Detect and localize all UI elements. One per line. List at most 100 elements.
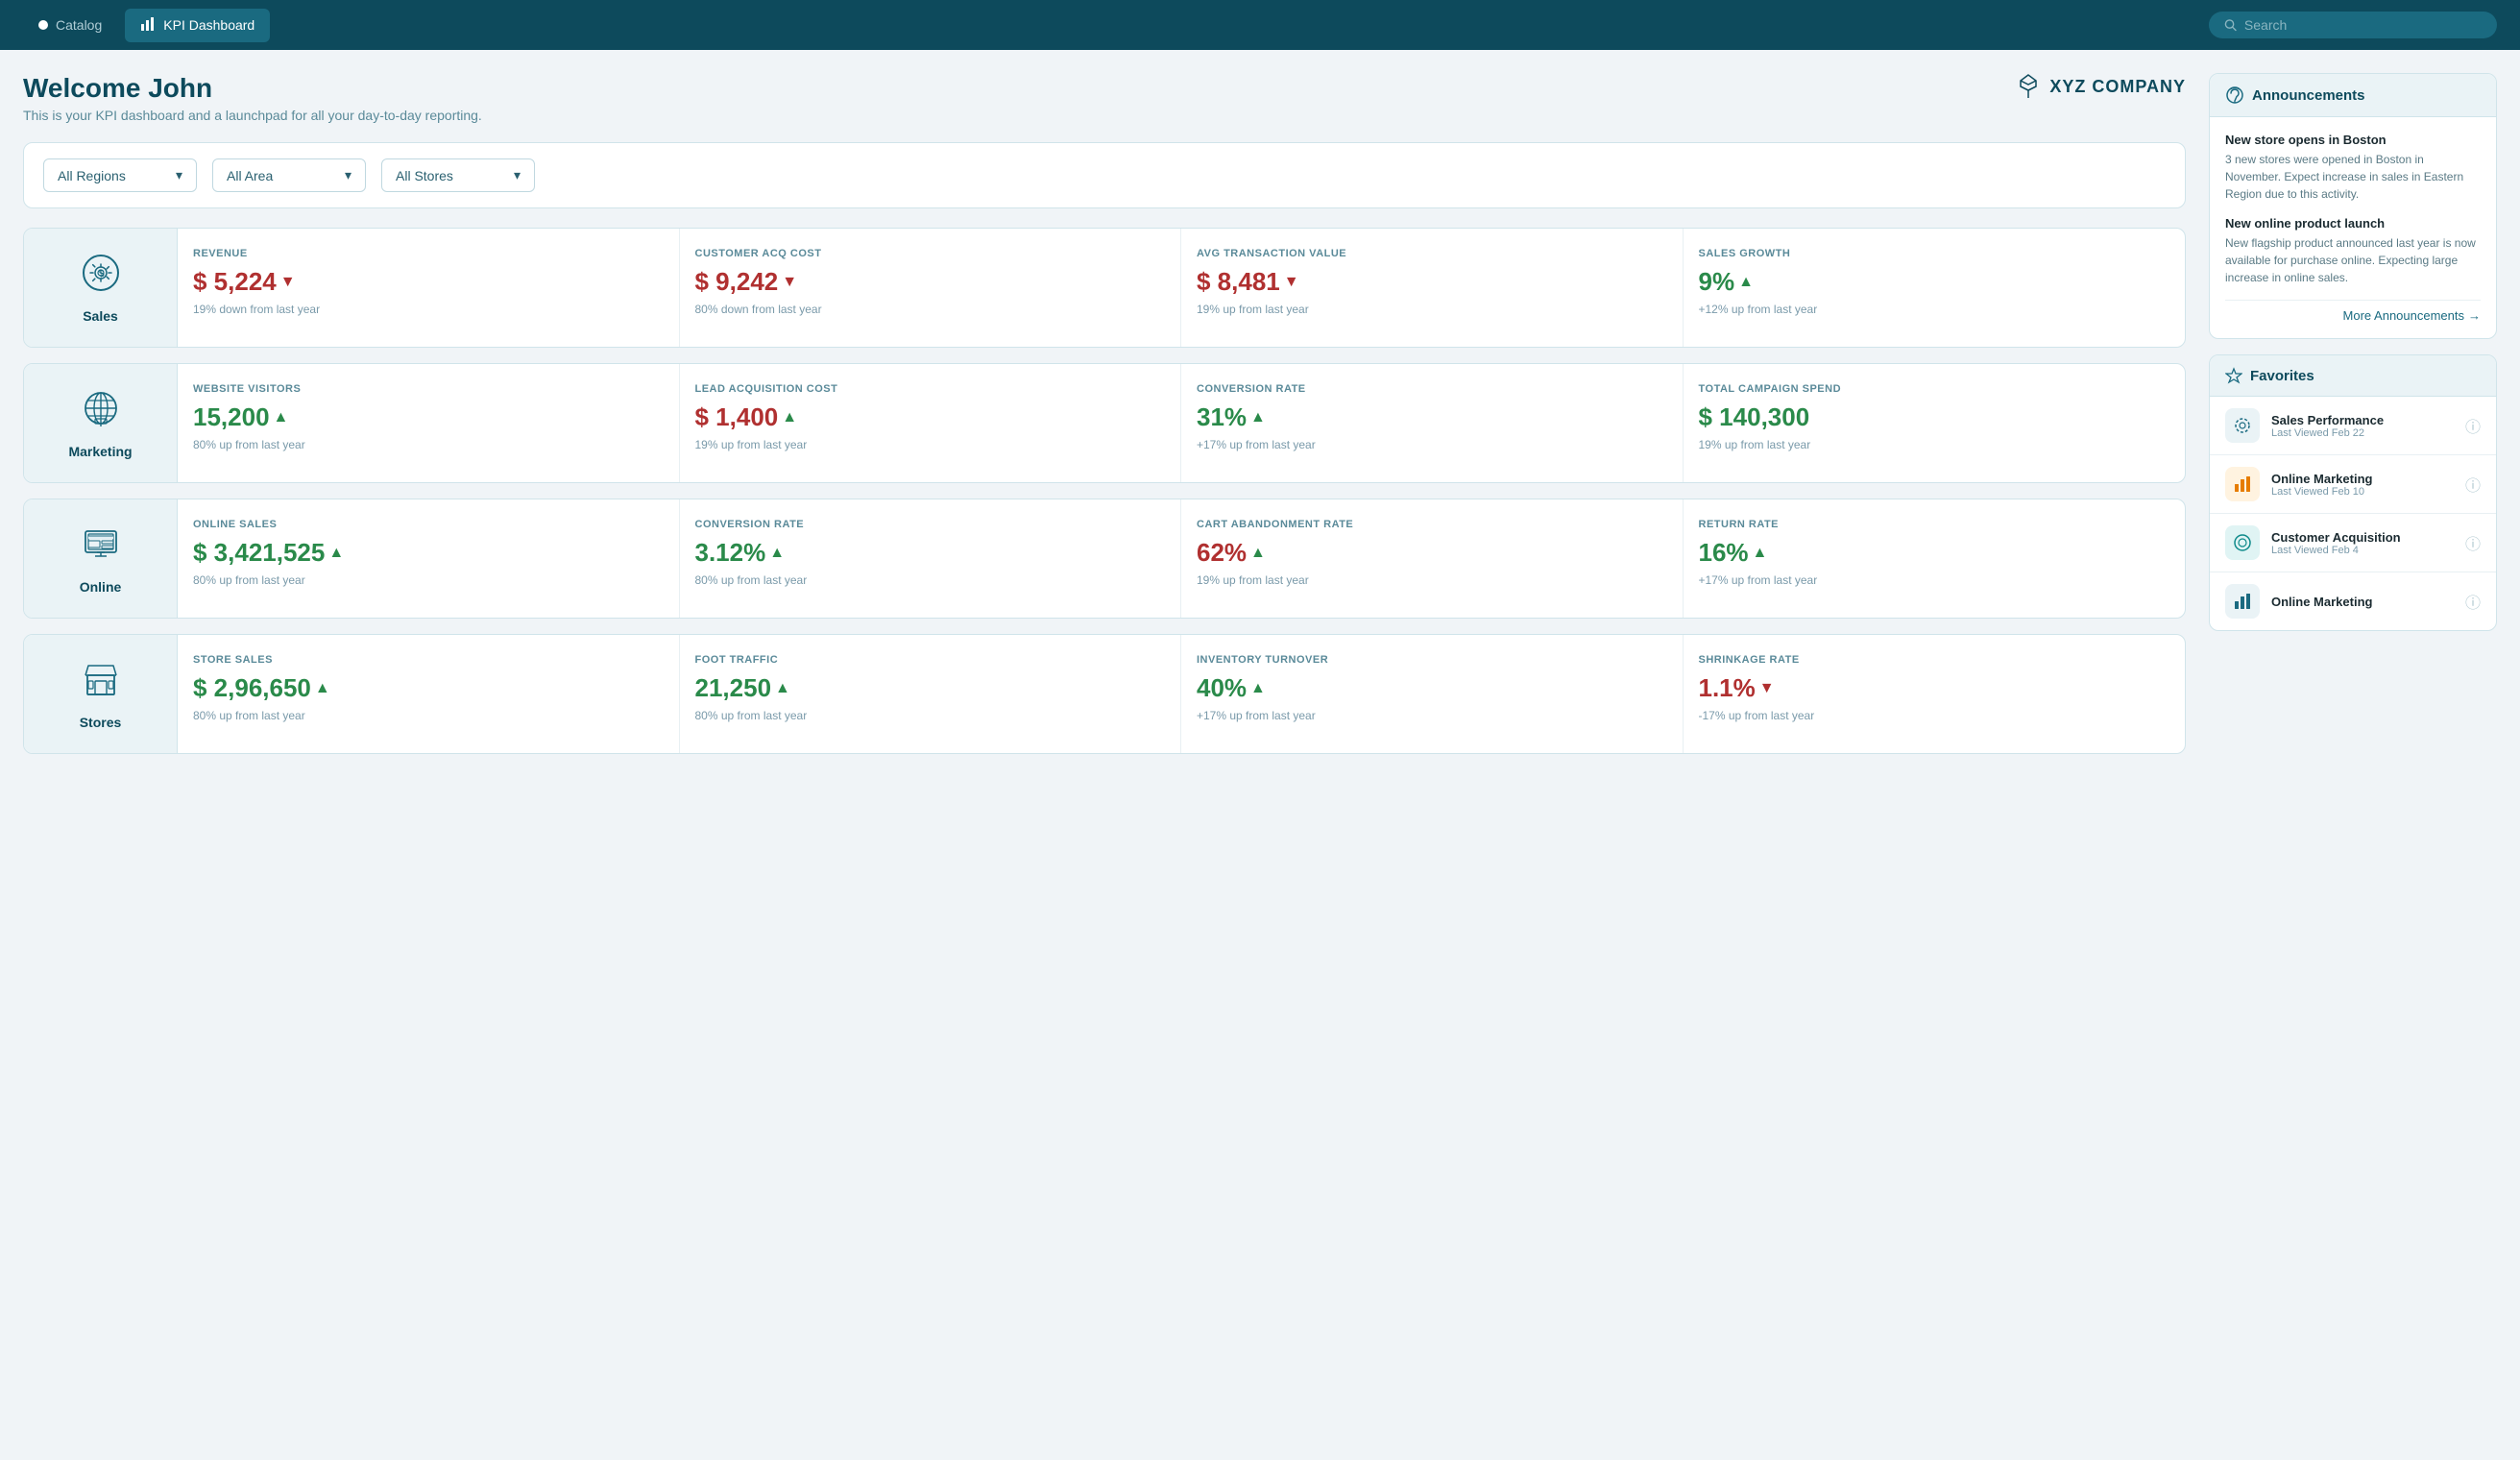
announcements-title: Announcements [2252, 87, 2365, 104]
fav-text-1: Online Marketing Last Viewed Feb 10 [2271, 472, 2454, 498]
kpi-label-text: CUSTOMER ACQ COST [695, 248, 1166, 259]
online-icon [80, 523, 122, 570]
fav-info-icon[interactable]: ⓘ [2465, 590, 2481, 613]
fav-icon-3 [2225, 584, 2260, 619]
kpi-label-text: AVG TRANSACTION VALUE [1197, 248, 1667, 259]
favorites-item-0[interactable]: Sales Performance Last Viewed Feb 22 ⓘ [2210, 397, 2496, 455]
star-icon [2225, 367, 2242, 384]
kpi-card-marketing-2: CONVERSION RATE 31%▲ +17% up from last y… [1181, 364, 1684, 482]
kpi-card-marketing-1: LEAD ACQUISITION COST $ 1,400▲ 19% up fr… [680, 364, 1182, 482]
kpi-card-sales-2: AVG TRANSACTION VALUE $ 8,481▼ 19% up fr… [1181, 229, 1684, 347]
kpi-value: 9%▲ [1699, 267, 2170, 297]
announcements-header: Announcements [2210, 74, 2496, 117]
catalog-label: Catalog [56, 17, 102, 33]
kpi-card-stores-0: STORE SALES $ 2,96,650▲ 80% up from last… [178, 635, 680, 753]
catalog-nav[interactable]: Catalog [23, 10, 117, 40]
kpi-card-online-0: ONLINE SALES $ 3,421,525▲ 80% up from la… [178, 499, 680, 618]
kpi-icon [140, 16, 156, 35]
kpi-container: $ Sales REVENUE $ 5,224▼ 19% down from l… [23, 228, 2186, 754]
arrow-up-icon: ▲ [274, 409, 289, 426]
arrow-up-icon: ▲ [1250, 680, 1266, 697]
kpi-value: 40%▲ [1197, 673, 1667, 703]
section-label-stores: Stores [24, 635, 178, 753]
kpi-value: 15,200▲ [193, 402, 664, 432]
region-filter[interactable]: All Regions ▾ [43, 158, 197, 192]
stores-icon [80, 658, 122, 705]
fav-text-3: Online Marketing [2271, 595, 2454, 609]
kpi-value: 3.12%▲ [695, 538, 1166, 568]
fav-name: Online Marketing [2271, 595, 2454, 609]
favorites-item-2[interactable]: Customer Acquisition Last Viewed Feb 4 ⓘ [2210, 514, 2496, 572]
fav-info-icon[interactable]: ⓘ [2465, 473, 2481, 496]
fav-name: Online Marketing [2271, 472, 2454, 486]
kpi-dashboard-nav[interactable]: KPI Dashboard [125, 9, 270, 42]
search-bar[interactable] [2209, 12, 2497, 38]
kpi-value: $ 3,421,525▲ [193, 538, 664, 568]
kpi-sub-text: +12% up from last year [1699, 303, 2170, 316]
kpi-sub-text: 19% up from last year [695, 438, 1166, 451]
announcement-text: New flagship product announced last year… [2225, 234, 2481, 286]
section-label-sales: $ Sales [24, 229, 178, 347]
announcement-text: 3 new stores were opened in Boston in No… [2225, 151, 2481, 203]
kpi-sub-text: 80% up from last year [193, 438, 664, 451]
kpi-value: $ 5,224▼ [193, 267, 664, 297]
catalog-dot [38, 20, 48, 30]
marketing-icon [80, 387, 122, 434]
section-marketing: Marketing WEBSITE VISITORS 15,200▲ 80% u… [23, 363, 2186, 483]
section-sales: $ Sales REVENUE $ 5,224▼ 19% down from l… [23, 228, 2186, 348]
favorites-item-3[interactable]: Online Marketing ⓘ [2210, 572, 2496, 630]
cards-online: ONLINE SALES $ 3,421,525▲ 80% up from la… [178, 499, 2185, 618]
fav-name: Customer Acquisition [2271, 530, 2454, 545]
kpi-card-stores-3: SHRINKAGE RATE 1.1%▼ -17% up from last y… [1684, 635, 2186, 753]
kpi-label-text: FOOT TRAFFIC [695, 654, 1166, 666]
section-online: Online ONLINE SALES $ 3,421,525▲ 80% up … [23, 499, 2186, 619]
more-announcements-link[interactable]: More Announcements→ [2225, 300, 2481, 323]
announcements-content: New store opens in Boston 3 new stores w… [2210, 117, 2496, 338]
section-stores: Stores STORE SALES $ 2,96,650▲ 80% up fr… [23, 634, 2186, 754]
kpi-card-marketing-3: TOTAL CAMPAIGN SPEND $ 140,300 19% up fr… [1684, 364, 2186, 482]
chevron-down-icon: ▾ [345, 167, 351, 183]
favorites-item-1[interactable]: Online Marketing Last Viewed Feb 10 ⓘ [2210, 455, 2496, 514]
favorites-title: Favorites [2250, 368, 2314, 384]
top-nav: Catalog KPI Dashboard [0, 0, 2520, 50]
sales-icon: $ [80, 252, 122, 299]
kpi-sub-text: 19% up from last year [1699, 438, 2170, 451]
kpi-card-online-3: RETURN RATE 16%▲ +17% up from last year [1684, 499, 2186, 618]
left-panel: Welcome John This is your KPI dashboard … [23, 73, 2186, 1437]
arrow-up-icon: ▲ [328, 545, 344, 562]
kpi-sub-text: 19% down from last year [193, 303, 664, 316]
kpi-sub-text: +17% up from last year [1699, 573, 2170, 587]
section-label-online: Online [24, 499, 178, 618]
fav-info-icon[interactable]: ⓘ [2465, 414, 2481, 437]
kpi-label-text: STORE SALES [193, 654, 664, 666]
favorites-header: Favorites [2210, 355, 2496, 397]
search-input[interactable] [2244, 17, 2482, 33]
page-header: Welcome John This is your KPI dashboard … [23, 73, 2186, 123]
kpi-label: KPI Dashboard [163, 17, 254, 33]
kpi-card-stores-1: FOOT TRAFFIC 21,250▲ 80% up from last ye… [680, 635, 1182, 753]
store-filter[interactable]: All Stores ▾ [381, 158, 535, 192]
area-filter[interactable]: All Area ▾ [212, 158, 366, 192]
announcement-title: New store opens in Boston [2225, 133, 2481, 147]
kpi-card-sales-0: REVENUE $ 5,224▼ 19% down from last year [178, 229, 680, 347]
fav-name: Sales Performance [2271, 413, 2454, 427]
fav-info-icon[interactable]: ⓘ [2465, 531, 2481, 554]
arrow-up-icon: ▲ [775, 680, 790, 697]
kpi-label-text: RETURN RATE [1699, 519, 2170, 530]
announcements-panel: Announcements New store opens in Boston … [2209, 73, 2497, 339]
welcome-subtitle: This is your KPI dashboard and a launchp… [23, 108, 482, 123]
arrow-up-icon: ▲ [1250, 409, 1266, 426]
kpi-value: $ 140,300 [1699, 402, 2170, 432]
kpi-sub-text: 19% up from last year [1197, 303, 1667, 316]
kpi-label-text: SHRINKAGE RATE [1699, 654, 2170, 666]
announcement-title: New online product launch [2225, 216, 2481, 231]
kpi-sub-text: 19% up from last year [1197, 573, 1667, 587]
arrow-up-icon: ▲ [1250, 545, 1266, 562]
cards-sales: REVENUE $ 5,224▼ 19% down from last year… [178, 229, 2185, 347]
kpi-value: $ 2,96,650▲ [193, 673, 664, 703]
favorites-content: Sales Performance Last Viewed Feb 22 ⓘ O… [2210, 397, 2496, 630]
kpi-card-online-1: CONVERSION RATE 3.12%▲ 80% up from last … [680, 499, 1182, 618]
arrow-up-icon: ▲ [1753, 545, 1768, 562]
arrow-down-icon: ▼ [1284, 274, 1299, 291]
kpi-label-text: TOTAL CAMPAIGN SPEND [1699, 383, 2170, 395]
